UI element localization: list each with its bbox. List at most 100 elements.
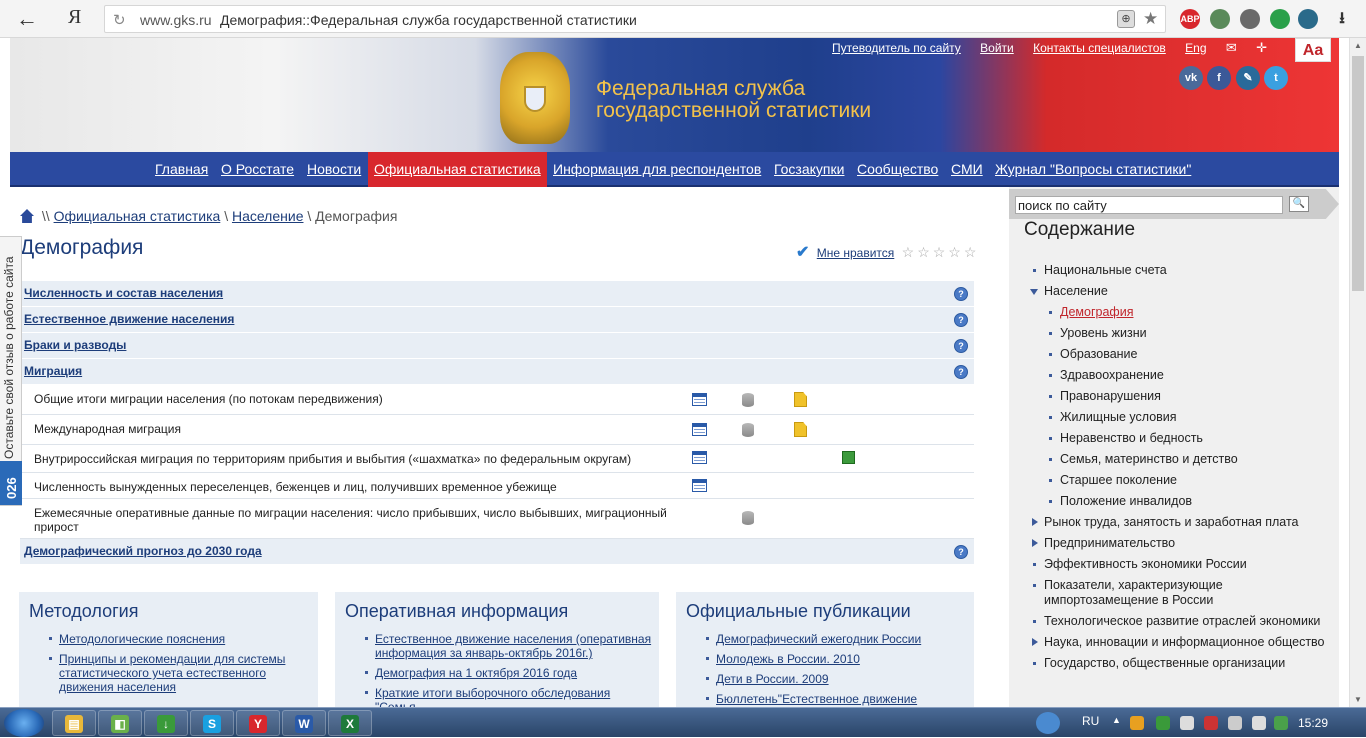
help-icon[interactable]: ? <box>954 287 968 301</box>
search-input[interactable] <box>1015 196 1283 214</box>
search-icon[interactable]: 🔍 <box>1289 196 1309 212</box>
yandex-logo[interactable]: Я <box>68 6 81 29</box>
extension-triangle-icon[interactable] <box>1298 9 1318 29</box>
toc-item[interactable]: Наука, инновации и информационное общест… <box>1029 635 1334 650</box>
table-icon[interactable] <box>692 451 707 464</box>
home-icon[interactable] <box>20 209 34 223</box>
toc-item[interactable]: Национальные счета <box>1029 263 1334 278</box>
toc-item[interactable]: Семья, материнство и детство <box>1029 452 1334 467</box>
tray-app-icon[interactable] <box>1180 716 1194 730</box>
section-link[interactable]: Миграция <box>24 364 82 378</box>
link-login[interactable]: Войти <box>980 41 1014 55</box>
toc-item[interactable]: Старшее поколение <box>1029 473 1334 488</box>
help-icon[interactable]: ? <box>954 313 968 327</box>
section-link[interactable]: Браки и разводы <box>24 338 126 352</box>
box-link[interactable]: Дети в России. 2009 <box>716 672 829 686</box>
download-icon[interactable]: ⭳ <box>1332 9 1352 29</box>
network-signal-icon[interactable] <box>1228 716 1242 730</box>
toc-item[interactable]: Государство, общественные организации <box>1029 656 1334 671</box>
nav-journal[interactable]: Журнал "Вопросы статистики" <box>989 152 1197 187</box>
clock[interactable]: 15:29 <box>1298 716 1328 730</box>
nav-news[interactable]: Новости <box>301 152 367 187</box>
toc-item[interactable]: Уровень жизни <box>1029 326 1334 341</box>
toc-item[interactable]: Правонарушения <box>1029 389 1334 404</box>
feedback-tab[interactable]: Оставьте свой отзыв о работе сайта 026 <box>0 236 22 506</box>
box-link[interactable]: Молодежь в России. 2010 <box>716 652 860 666</box>
taskbar-app-button[interactable]: W <box>282 710 326 736</box>
font-size-toggle[interactable]: Aa <box>1295 38 1331 62</box>
vk-icon[interactable]: vk <box>1179 66 1203 90</box>
link-site-guide[interactable]: Путеводитель по сайту <box>832 41 961 55</box>
spreadsheet-icon[interactable] <box>842 451 855 464</box>
table-icon[interactable] <box>692 479 707 492</box>
box-link[interactable]: Методологические пояснения <box>59 632 225 646</box>
document-icon[interactable] <box>794 392 807 407</box>
section-link[interactable]: Естественное движение населения <box>24 312 234 326</box>
notification-globe-icon[interactable] <box>1036 712 1060 734</box>
link-contacts[interactable]: Контакты специалистов <box>1033 41 1166 55</box>
language-indicator[interactable]: RU <box>1082 714 1099 728</box>
toc-item[interactable]: Технологическое развитие отраслей эконом… <box>1029 614 1334 629</box>
tray-app-icon[interactable] <box>1156 716 1170 730</box>
box-link[interactable]: Бюллетень"Естественное движение <box>716 692 917 706</box>
box-link[interactable]: Краткие итоги выборочного обследования "… <box>375 686 610 707</box>
table-icon[interactable] <box>692 423 707 436</box>
toc-item[interactable]: Жилищные условия <box>1029 410 1334 425</box>
collapsed-arrow-icon[interactable] <box>1032 539 1038 547</box>
reload-icon[interactable]: ↻ <box>113 11 126 29</box>
scroll-up-arrow-icon[interactable]: ▲ <box>1354 41 1362 50</box>
taskbar-app-button[interactable]: ◧ <box>98 710 142 736</box>
help-icon[interactable]: ? <box>954 545 968 559</box>
breadcrumb-population[interactable]: Население <box>232 208 304 224</box>
translate-icon[interactable]: ⊕ <box>1117 10 1135 28</box>
battery-icon[interactable] <box>1252 716 1266 730</box>
toc-item[interactable]: Демография <box>1029 305 1334 320</box>
nav-media[interactable]: СМИ <box>945 152 989 187</box>
scroll-down-arrow-icon[interactable]: ▼ <box>1354 695 1362 704</box>
toc-item[interactable]: Неравенство и бедность <box>1029 431 1334 446</box>
volume-icon[interactable] <box>1204 716 1218 730</box>
collapsed-arrow-icon[interactable] <box>1032 638 1038 646</box>
collapsed-arrow-icon[interactable] <box>1032 518 1038 526</box>
toc-item[interactable]: Предпринимательство <box>1029 536 1334 551</box>
bookmark-star-icon[interactable]: ★ <box>1143 9 1158 29</box>
toc-item[interactable]: Показатели, характеризующие импортозамещ… <box>1029 578 1334 608</box>
toc-item[interactable]: Образование <box>1029 347 1334 362</box>
taskbar-app-button[interactable]: Y <box>236 710 280 736</box>
mail-icon[interactable]: ✉ <box>1226 40 1237 55</box>
extension-ghost-icon[interactable] <box>1210 9 1230 29</box>
database-icon[interactable] <box>742 423 754 437</box>
database-icon[interactable] <box>742 393 754 407</box>
box-link[interactable]: Демографический ежегодник России <box>716 632 921 646</box>
back-arrow-icon[interactable]: ← <box>16 6 38 32</box>
section-link[interactable]: Демографический прогноз до 2030 года <box>24 544 262 558</box>
toc-item[interactable]: Рынок труда, занятость и заработная плат… <box>1029 515 1334 530</box>
section-link[interactable]: Численность и состав населения <box>24 286 223 300</box>
address-bar[interactable]: ↻ www.gks.ru Демография::Федеральная слу… <box>104 5 1166 33</box>
database-icon[interactable] <box>742 511 754 525</box>
show-hidden-icons-icon[interactable]: ▲ <box>1112 715 1121 725</box>
nav-about[interactable]: О Росстате <box>215 152 300 187</box>
toc-item[interactable]: Здравоохранение <box>1029 368 1334 383</box>
taskbar-app-button[interactable]: ▤ <box>52 710 96 736</box>
taskbar-app-button[interactable]: S <box>190 710 234 736</box>
document-icon[interactable] <box>794 422 807 437</box>
expanded-arrow-icon[interactable] <box>1030 289 1038 295</box>
extension-settings-icon[interactable] <box>1240 9 1260 29</box>
box-link[interactable]: Принципы и рекомендации для системы стат… <box>59 652 285 694</box>
nav-procurement[interactable]: Госзакупки <box>768 152 850 187</box>
tray-app-icon[interactable] <box>1130 716 1144 730</box>
toc-item[interactable]: Эффективность экономики России <box>1029 557 1334 572</box>
livejournal-icon[interactable]: ✎ <box>1236 66 1260 90</box>
toc-item[interactable]: Население <box>1029 284 1334 299</box>
page-scrollbar[interactable]: ▲ ▼ <box>1349 38 1366 707</box>
table-icon[interactable] <box>692 393 707 406</box>
toc-item[interactable]: Положение инвалидов <box>1029 494 1334 509</box>
help-icon[interactable]: ? <box>954 365 968 379</box>
taskbar-app-button[interactable]: ↓ <box>144 710 188 736</box>
scrollbar-thumb[interactable] <box>1352 56 1364 291</box>
nav-official-statistics[interactable]: Официальная статистика <box>368 152 547 187</box>
breadcrumb-official-statistics[interactable]: Официальная статистика <box>54 208 221 224</box>
rating-stars[interactable]: ☆☆☆☆☆ <box>902 244 980 260</box>
nav-respondents[interactable]: Информация для респондентов <box>547 152 767 187</box>
